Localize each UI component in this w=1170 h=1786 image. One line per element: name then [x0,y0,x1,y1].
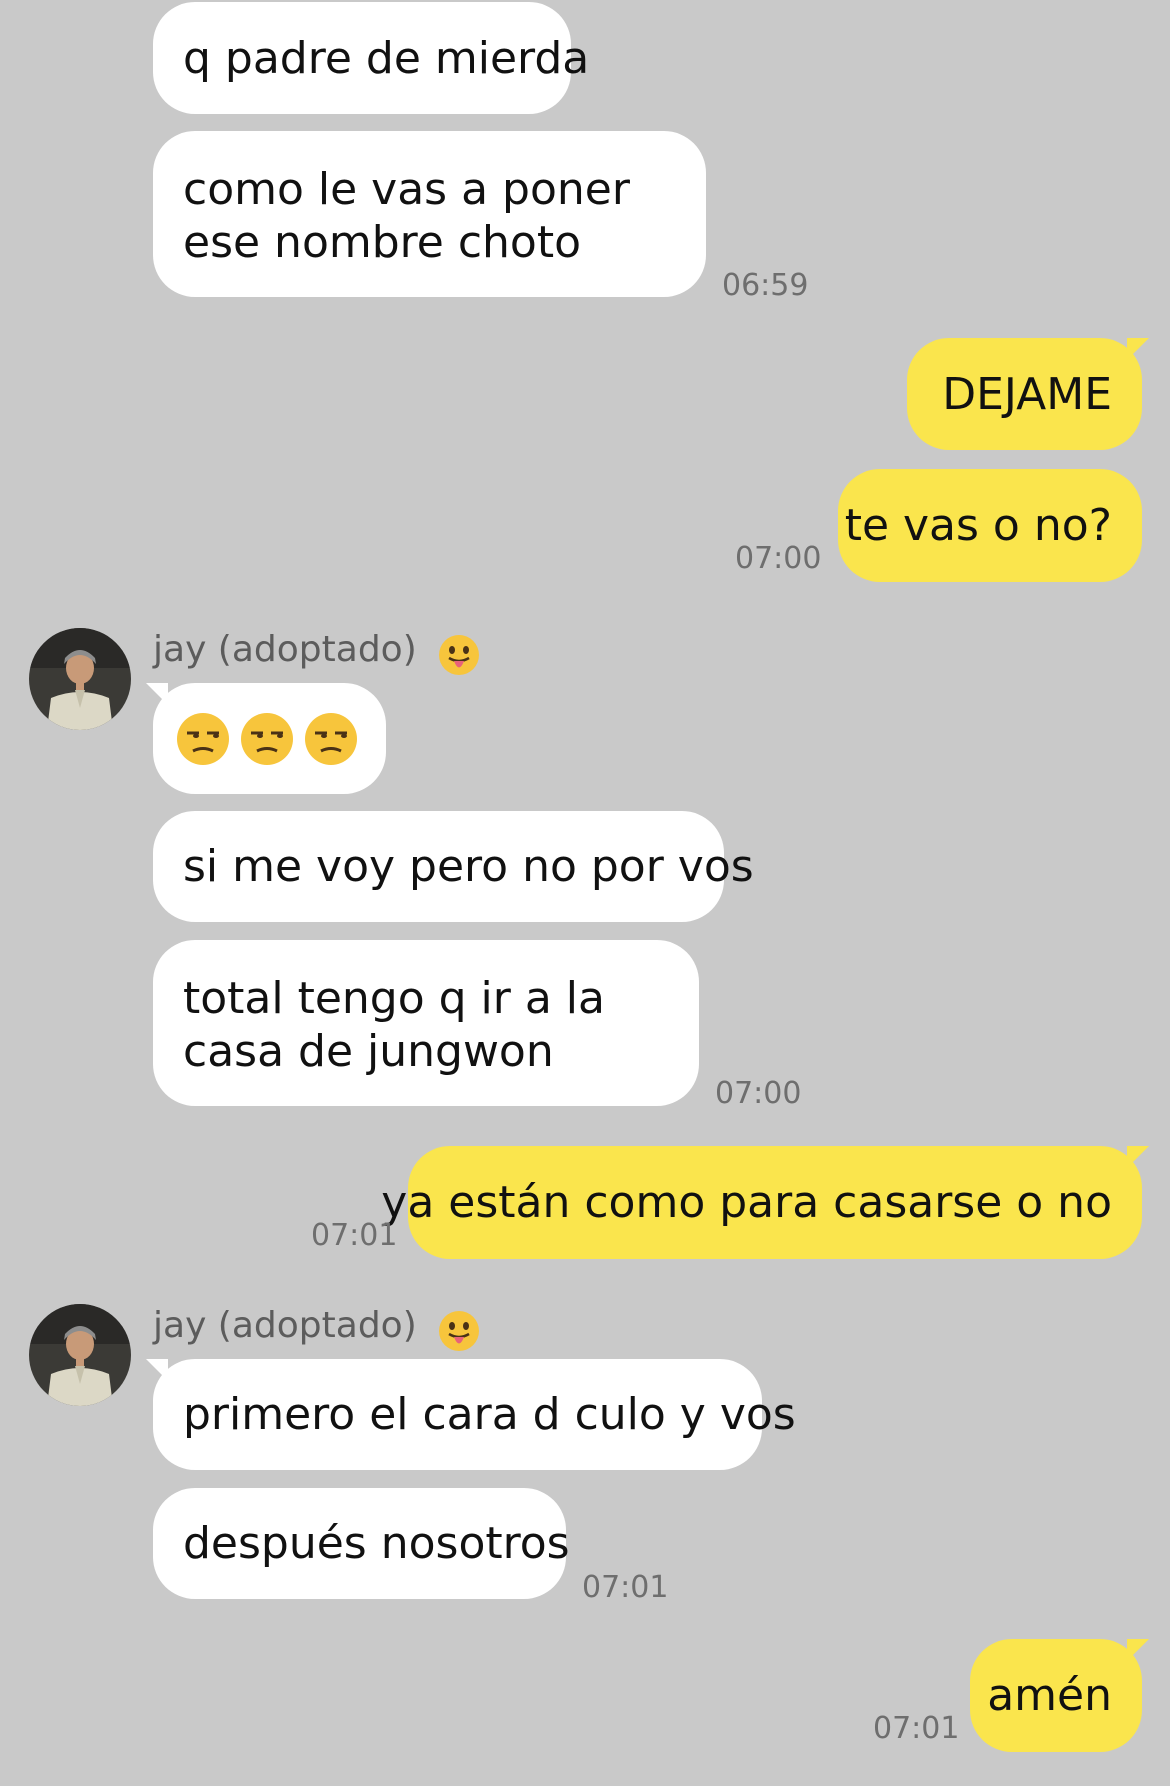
message-text: si me voy pero no por vos [183,841,754,892]
message-text: primero el cara d culo y vos [183,1389,796,1440]
unamused-face-emoji-icon [303,710,359,767]
unamused-face-emoji-icon [239,710,295,767]
message-text: como le vas a poner ese nombre choto [183,164,630,268]
message-text: total tengo q ir a la casa de jungwon [183,973,605,1077]
contact-name-text: jay (adoptado) [153,1305,417,1346]
message-timestamp: 07:01 [582,1570,669,1605]
bubble-tail [1127,1146,1149,1168]
message-timestamp: 06:59 [722,268,809,303]
message-text: te vas o no? [844,500,1112,551]
message-timestamp: 07:01 [311,1218,398,1253]
contact-avatar[interactable] [29,1304,131,1406]
contact-name: jay (adoptado) [153,1305,480,1351]
message-timestamp: 07:00 [735,541,822,576]
tongue-out-emoji-icon [438,1309,480,1351]
incoming-message[interactable]: q padre de mierda [153,2,589,114]
unamused-face-emoji-icon [175,710,231,767]
avatar-image [29,1304,131,1406]
outgoing-message[interactable]: ya están como para casarse o no [381,1146,1142,1259]
message-timestamp: 07:01 [873,1711,960,1746]
avatar-image [29,628,131,730]
incoming-message[interactable]: como le vas a poner ese nombre choto [153,131,706,297]
outgoing-message[interactable]: DEJAME [907,338,1142,450]
message-text: ya están como para casarse o no [381,1177,1112,1228]
incoming-message[interactable]: total tengo q ir a la casa de jungwon [153,940,699,1106]
message-text: después nosotros [183,1518,570,1569]
message-text: q padre de mierda [183,32,590,84]
bubble-tail [1127,338,1149,360]
message-timestamp: 07:00 [715,1076,802,1111]
incoming-message[interactable]: después nosotros [153,1488,570,1599]
contact-name: jay (adoptado) [153,629,480,675]
contact-avatar[interactable] [29,628,131,730]
incoming-message[interactable]: primero el cara d culo y vos [153,1359,796,1470]
outgoing-message[interactable]: amén [970,1639,1142,1752]
incoming-message[interactable]: si me voy pero no por vos [153,811,754,922]
tongue-out-emoji-icon [438,633,480,675]
outgoing-message[interactable]: te vas o no? [838,469,1142,582]
incoming-message[interactable] [153,683,386,794]
message-text: DEJAME [942,368,1112,420]
contact-name-text: jay (adoptado) [153,629,417,670]
bubble-tail [1127,1639,1149,1661]
message-text: amén [987,1670,1112,1721]
